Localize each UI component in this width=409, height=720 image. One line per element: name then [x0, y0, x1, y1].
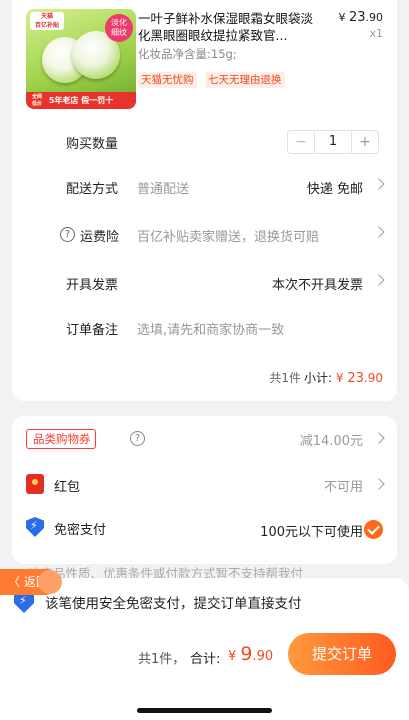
quantity-value[interactable]: 1: [314, 131, 352, 153]
chevron-right-icon: [373, 274, 385, 286]
product-price: ¥ 23.90: [338, 10, 383, 25]
home-indicator: [137, 708, 272, 713]
red-packet-label: 红包: [54, 480, 81, 495]
red-packet-icon: [26, 474, 44, 494]
purchase-quantity-label: 购买数量: [66, 137, 119, 152]
delivery-row[interactable]: 配送方式 普通配送 快递 免邮: [12, 167, 397, 207]
payment-notice: 该笔使用安全免密支付，提交订单直接支付: [45, 596, 302, 612]
product-title[interactable]: 一叶子鲜补水保湿眼霜女眼袋淡化黑眼圈眼纹提拉紧致官...: [138, 10, 323, 44]
order-card: 天猫 百亿补贴 淡化 细纹 全网 低价 5年老店 假一罚十 一叶子鲜补水保湿眼霜…: [12, 0, 397, 401]
product-promo-strip: 全网 低价 5年老店 假一罚十: [26, 92, 136, 109]
submit-order-button[interactable]: 提交订单: [288, 633, 396, 675]
drag-handle[interactable]: [38, 570, 62, 594]
shield-icon: [26, 517, 44, 537]
payment-card: 品类购物券 ? 减14.00元 红包 不可用 免密支付 100元以下可使用: [12, 416, 397, 564]
product-spec: 化妆品净含量:15g;: [138, 47, 237, 61]
help-icon[interactable]: ?: [60, 227, 75, 242]
help-icon[interactable]: ?: [130, 431, 145, 446]
order-note-label: 订单备注: [66, 323, 119, 338]
invoice-value: 本次不开具发票: [271, 278, 363, 293]
no-password-pay-value: 100元以下可使用: [260, 525, 363, 540]
order-note-input[interactable]: 选填,请先和商家协商一致: [137, 319, 284, 338]
invoice-label: 开具发票: [66, 278, 119, 293]
coupon-value[interactable]: 减14.00元: [300, 430, 363, 449]
red-packet-value[interactable]: 不可用: [324, 476, 363, 495]
category-coupon-tag: 品类购物券: [26, 429, 96, 449]
order-note-row[interactable]: 订单备注 选填,请先和商家协商一致: [12, 308, 397, 348]
delivery-value: 普通配送: [137, 182, 190, 197]
no-password-pay-label: 免密支付: [54, 523, 107, 538]
decrease-button[interactable]: −: [288, 131, 315, 153]
service-tag: 七天无理由退换: [205, 72, 285, 88]
brand-badge: 天猫 百亿补贴: [30, 12, 64, 30]
total-price: ¥ 9.90: [228, 643, 274, 665]
item-count: 共1件，: [138, 652, 186, 667]
chevron-right-icon: [373, 226, 385, 238]
product-thumbnail[interactable]: 天猫 百亿补贴 淡化 细纹 全网 低价 5年老店 假一罚十: [26, 9, 136, 109]
delivery-method: 快递 免邮: [306, 182, 363, 197]
quantity-stepper: − 1 +: [287, 130, 379, 154]
back-button[interactable]: 〈 返回: [0, 569, 62, 595]
service-tag: 天猫无忧购: [138, 72, 197, 88]
product-feature-badge: 淡化 细纹: [105, 14, 133, 42]
total-label: 合计:: [190, 652, 221, 667]
chevron-right-icon: [373, 178, 385, 190]
subtotal: 共1件 小计: ¥ 23.90: [269, 371, 383, 386]
insurance-value: 百亿补贴卖家赠送，退换货可赔: [137, 230, 320, 245]
chevron-right-icon: [373, 432, 385, 444]
checkmark-icon[interactable]: [364, 520, 383, 539]
chevron-right-icon: [373, 478, 385, 490]
insurance-label: 运费险: [80, 230, 120, 245]
checkout-bar: 该笔使用安全免密支付，提交订单直接支付 共1件， 合计: ¥ 9.90 提交订单: [0, 578, 409, 720]
invoice-row[interactable]: 开具发票 本次不开具发票: [12, 263, 397, 303]
increase-button[interactable]: +: [351, 131, 378, 153]
product-quantity: x1: [369, 27, 383, 40]
shipping-insurance-row[interactable]: ? 运费险 百亿补贴卖家赠送，退换货可赔: [12, 215, 397, 255]
delivery-label: 配送方式: [66, 182, 119, 197]
